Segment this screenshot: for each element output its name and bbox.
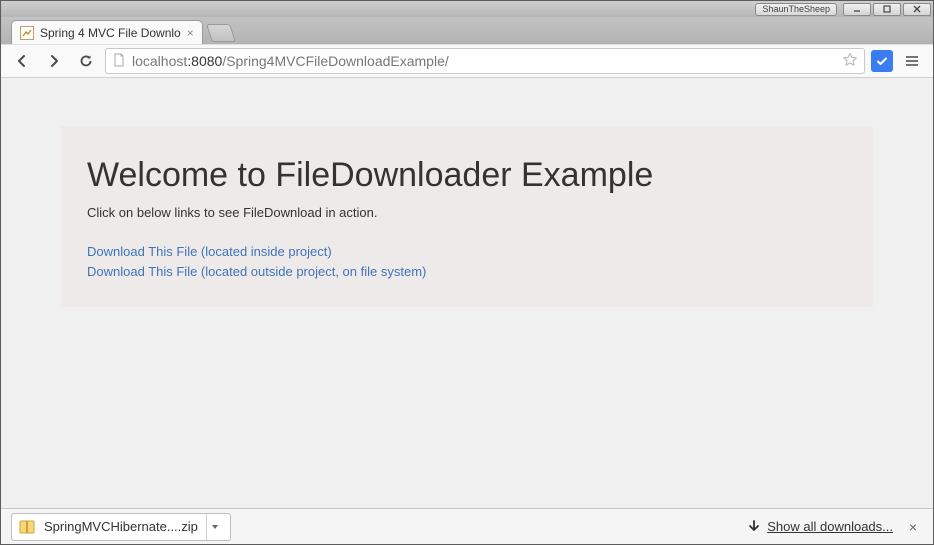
address-bar[interactable]: localhost:8080/Spring4MVCFileDownloadExa… [105, 48, 865, 74]
download-bar: SpringMVCHibernate....zip Show all downl… [1, 508, 933, 544]
tab-title: Spring 4 MVC File Downlo [40, 26, 181, 40]
os-titlebar: ShaunTheSheep [1, 1, 933, 17]
url-port: :8080 [187, 53, 222, 69]
download-item-menu[interactable] [206, 514, 224, 540]
browser-tab[interactable]: Spring 4 MVC File Downlo × [11, 20, 203, 44]
bookmark-star-icon[interactable] [842, 52, 858, 71]
back-button[interactable] [9, 48, 35, 74]
favicon-icon [20, 26, 34, 40]
tab-strip: Spring 4 MVC File Downlo × [1, 17, 933, 44]
minimize-button[interactable] [843, 3, 871, 16]
url-text: localhost:8080/Spring4MVCFileDownloadExa… [132, 53, 836, 69]
page-heading: Welcome to FileDownloader Example [87, 156, 847, 195]
forward-button[interactable] [41, 48, 67, 74]
download-link-external[interactable]: Download This File (located outside proj… [87, 262, 847, 282]
url-host: localhost [132, 53, 187, 69]
new-tab-button[interactable] [206, 24, 236, 42]
page-icon [112, 53, 126, 70]
download-arrow-icon [747, 520, 761, 534]
page-viewport[interactable]: Welcome to FileDownloader Example Click … [1, 78, 933, 508]
show-all-downloads-link[interactable]: Show all downloads... [747, 519, 893, 534]
download-item[interactable]: SpringMVCHibernate....zip [11, 513, 231, 541]
download-file-name: SpringMVCHibernate....zip [44, 519, 198, 534]
show-all-downloads-label: Show all downloads... [767, 519, 893, 534]
url-path: /Spring4MVCFileDownloadExample/ [222, 53, 448, 69]
content-card: Welcome to FileDownloader Example Click … [61, 126, 873, 307]
hamburger-menu-icon[interactable] [899, 48, 925, 74]
reload-button[interactable] [73, 48, 99, 74]
close-window-button[interactable] [903, 3, 931, 16]
browser-toolbar: localhost:8080/Spring4MVCFileDownloadExa… [1, 44, 933, 78]
download-bar-close-icon[interactable]: × [903, 517, 923, 537]
zip-file-icon [18, 518, 36, 536]
page-instructions: Click on below links to see FileDownload… [87, 205, 847, 220]
tab-close-icon[interactable]: × [187, 26, 194, 40]
user-badge: ShaunTheSheep [755, 3, 837, 16]
browser-window: ShaunTheSheep Spring 4 MVC File Downlo × [0, 0, 934, 545]
download-link-internal[interactable]: Download This File (located inside proje… [87, 242, 847, 262]
maximize-button[interactable] [873, 3, 901, 16]
extension-button[interactable] [871, 50, 893, 72]
